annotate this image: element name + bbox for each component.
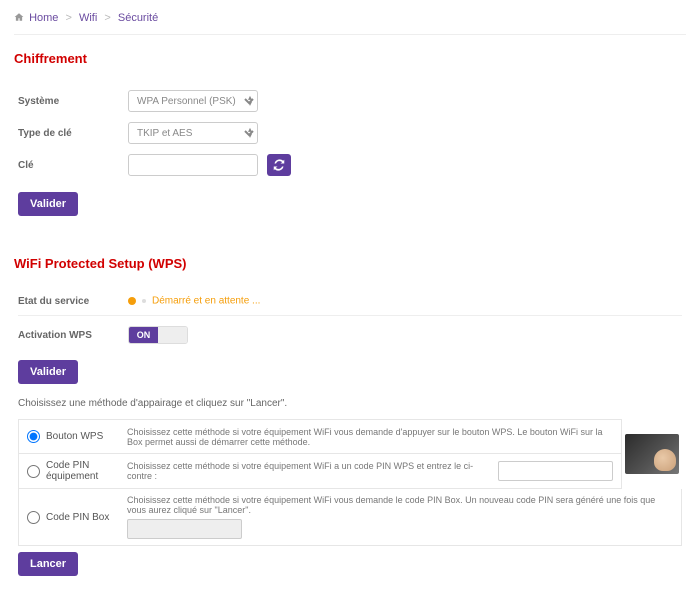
wps-method-table: Bouton WPS Choisissez cette méthode si v… <box>18 419 622 489</box>
breadcrumb-wifi[interactable]: Wifi <box>79 12 97 24</box>
toggle-off-side <box>158 327 187 343</box>
regenerate-key-button[interactable] <box>267 154 291 176</box>
wps-method-radio-pin-device[interactable] <box>27 465 40 478</box>
validate-encryption-button[interactable]: Valider <box>18 192 78 216</box>
wps-method-table-2: Code PIN Box Choisissez cette méthode si… <box>18 489 682 546</box>
system-select[interactable]: WPA Personnel (PSK) <box>128 90 258 112</box>
keytype-label: Type de clé <box>18 128 128 139</box>
validate-wps-button[interactable]: Valider <box>18 360 78 384</box>
breadcrumb: Home > Wifi > Sécurité <box>14 8 686 35</box>
wps-method-row-button: Bouton WPS Choisissez cette méthode si v… <box>19 420 621 454</box>
wps-method-desc: Choisissez cette méthode si votre équipe… <box>127 427 613 447</box>
wps-method-label: Code PIN équipement <box>46 460 127 482</box>
home-icon <box>14 12 24 22</box>
breadcrumb-sep: > <box>65 12 71 24</box>
key-label: Clé <box>18 160 128 171</box>
system-label: Système <box>18 96 128 107</box>
device-pin-input[interactable] <box>498 461 613 481</box>
wps-method-row-pin-device: Code PIN équipement Choisissez cette mét… <box>19 454 621 489</box>
status-indicator-icon <box>128 297 136 305</box>
wps-method-label: Bouton WPS <box>46 431 103 442</box>
wps-activation-toggle[interactable]: ON <box>128 326 188 344</box>
wps-method-row-pin-box: Code PIN Box Choisissez cette méthode si… <box>19 489 681 546</box>
section-title-encryption: Chiffrement <box>14 51 686 66</box>
keytype-select[interactable]: TKIP et AES <box>128 122 258 144</box>
wps-button-photo <box>625 434 679 474</box>
refresh-icon <box>273 159 285 171</box>
section-title-wps: WiFi Protected Setup (WPS) <box>14 256 686 271</box>
breadcrumb-security[interactable]: Sécurité <box>118 12 158 24</box>
wps-activation-label: Activation WPS <box>18 330 128 341</box>
launch-wps-button[interactable]: Lancer <box>18 552 78 576</box>
breadcrumb-sep: > <box>104 12 110 24</box>
encryption-panel: Système WPA Personnel (PSK) ▴▾ Type de c… <box>14 80 686 226</box>
wps-method-hint: Choisissez une méthode d'appairage et cl… <box>18 398 682 409</box>
box-pin-output <box>127 519 242 539</box>
key-input[interactable] <box>128 154 258 176</box>
toggle-on-label: ON <box>129 327 158 343</box>
wps-method-label: Code PIN Box <box>46 512 109 523</box>
breadcrumb-home[interactable]: Home <box>29 12 58 24</box>
wps-state-label: Etat du service <box>18 296 128 307</box>
wps-state-value: Démarré et en attente ... <box>152 296 260 307</box>
wps-method-desc: Choisissez cette méthode si votre équipe… <box>127 461 492 481</box>
wps-illustration <box>622 419 682 489</box>
wps-method-radio-button[interactable] <box>27 430 40 443</box>
wps-method-radio-pin-box[interactable] <box>27 511 40 524</box>
wps-method-desc: Choisissez cette méthode si votre équipe… <box>127 495 673 515</box>
status-dim-icon <box>142 299 146 303</box>
wps-panel: Etat du service Démarré et en attente ..… <box>14 285 686 586</box>
